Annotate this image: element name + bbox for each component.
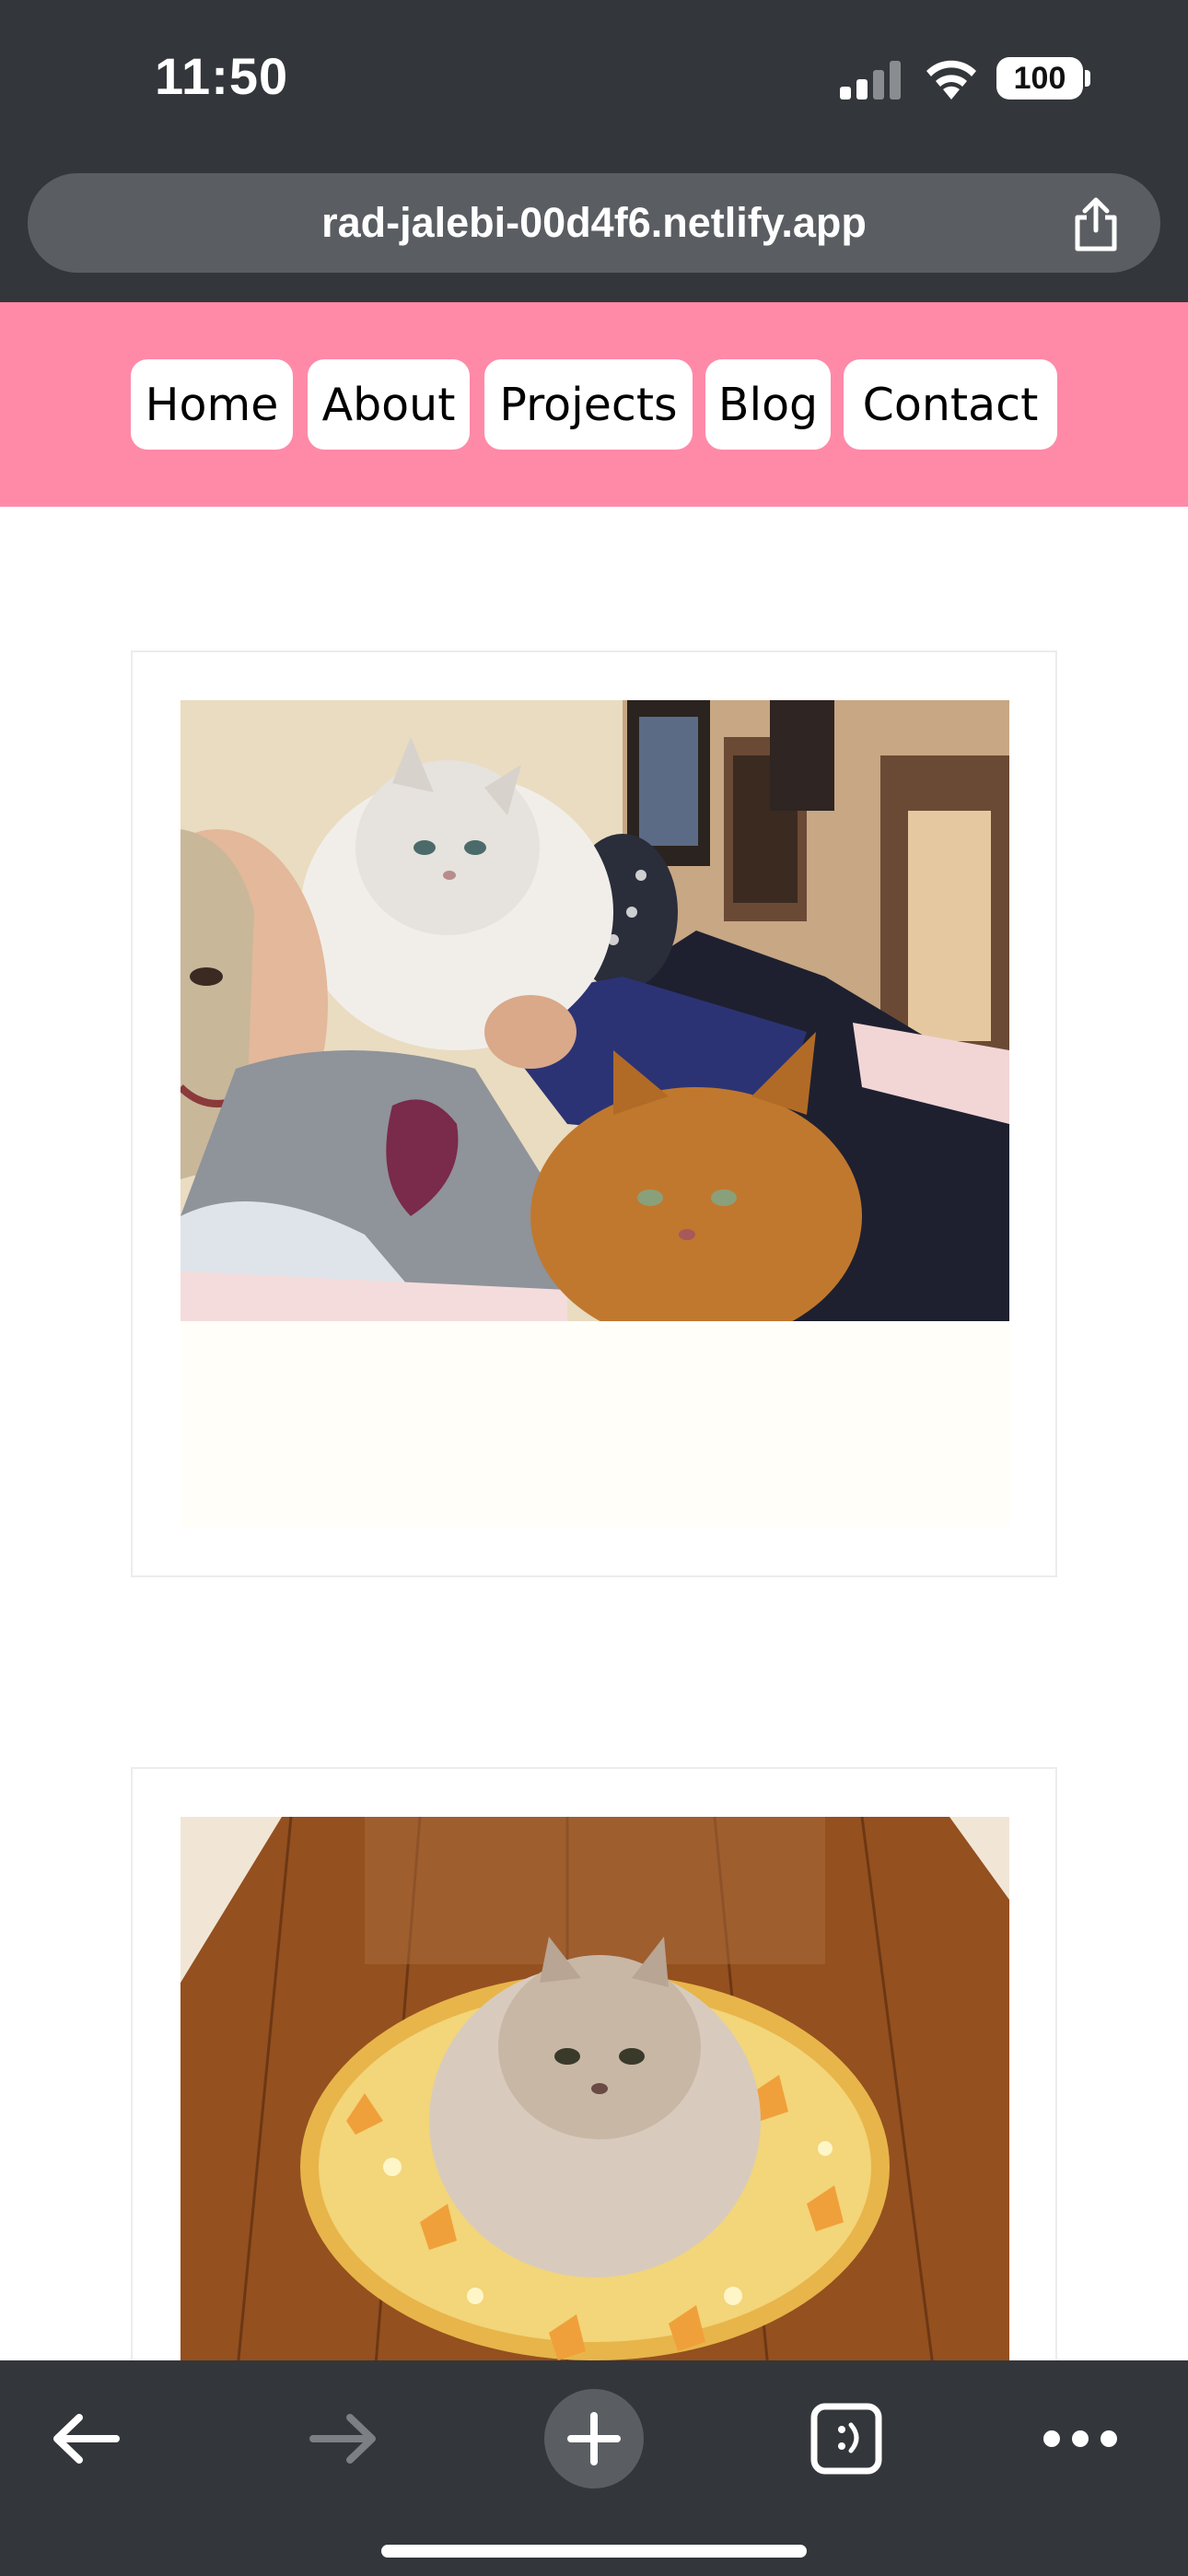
- forward-arrow-icon[interactable]: [291, 2388, 392, 2489]
- site-nav: Home About Projects Blog Contact: [0, 302, 1188, 507]
- back-arrow-icon[interactable]: [37, 2388, 138, 2489]
- photo-woman-with-cats[interactable]: [181, 700, 1009, 1321]
- more-icon[interactable]: [1030, 2388, 1131, 2489]
- battery-nub: [1085, 70, 1090, 87]
- nav-contact-link[interactable]: Contact: [844, 359, 1057, 450]
- nav-about-link[interactable]: About: [308, 359, 470, 450]
- photo-cat-in-tinsel[interactable]: [181, 1817, 1009, 2388]
- nav-blog-link[interactable]: Blog: [705, 359, 831, 450]
- photo-card: [131, 1767, 1057, 2412]
- photo-caption-area: [181, 1321, 1009, 1528]
- nav-home-link[interactable]: Home: [131, 359, 293, 450]
- nav-projects-link[interactable]: Projects: [484, 359, 693, 450]
- address-bar[interactable]: rad-jalebi-00d4f6.netlify.app: [28, 173, 1160, 273]
- plus-icon[interactable]: [543, 2388, 645, 2489]
- status-time: 11:50: [155, 47, 289, 105]
- share-icon[interactable]: [1068, 195, 1124, 252]
- photo-card: [131, 650, 1057, 1577]
- url-text[interactable]: rad-jalebi-00d4f6.netlify.app: [28, 173, 1160, 273]
- status-bar: 11:50 100: [0, 0, 1188, 166]
- wifi-icon: [926, 60, 976, 100]
- signal-icon: [840, 61, 904, 100]
- bottom-toolbar: [0, 2360, 1188, 2576]
- home-indicator: [381, 2545, 807, 2558]
- battery-icon: 100: [996, 57, 1083, 100]
- tabs-icon[interactable]: [796, 2388, 897, 2489]
